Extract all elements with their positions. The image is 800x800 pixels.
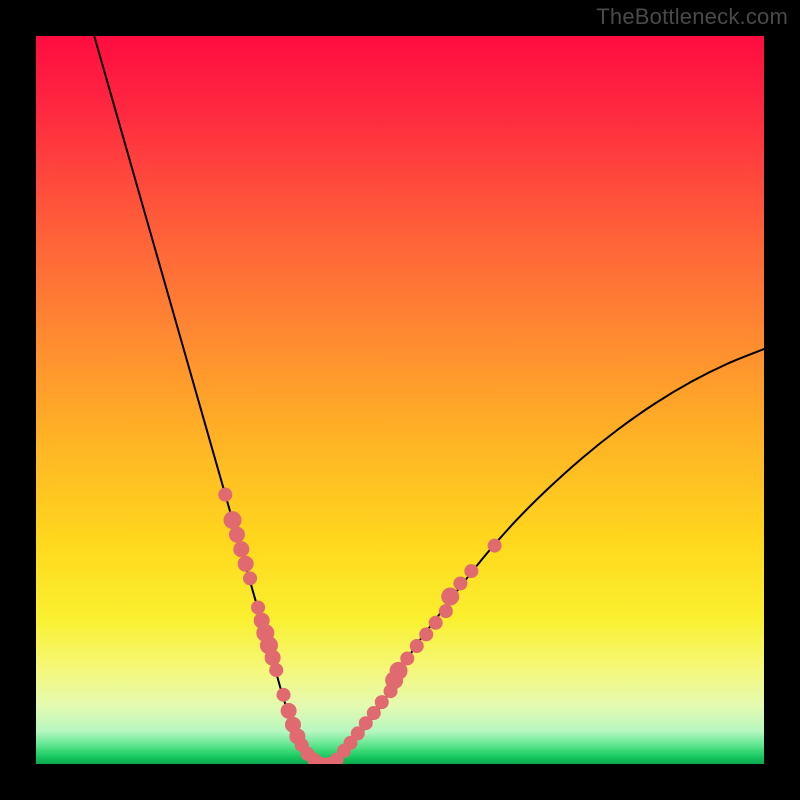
curve-marker [224,511,242,529]
plot-area [36,36,764,764]
curve-marker [269,663,283,677]
curve-marker [439,604,453,618]
curve-marker [441,588,459,606]
chart-background [36,36,764,764]
chart-svg [36,36,764,764]
curve-marker [265,650,281,666]
curve-marker [453,576,467,590]
curve-marker [238,556,254,572]
curve-marker [429,616,443,630]
curve-marker [419,627,433,641]
curve-marker [400,651,414,665]
watermark-text: TheBottleneck.com [596,4,788,30]
curve-marker [281,703,297,719]
curve-marker [375,695,389,709]
curve-marker [233,541,249,557]
curve-marker [243,571,257,585]
curve-marker [218,488,232,502]
curve-marker [410,639,424,653]
curve-marker [229,527,245,543]
curve-marker [488,539,502,553]
app-frame: TheBottleneck.com [0,0,800,800]
curve-marker [277,688,291,702]
curve-marker [251,600,265,614]
curve-marker [464,564,478,578]
